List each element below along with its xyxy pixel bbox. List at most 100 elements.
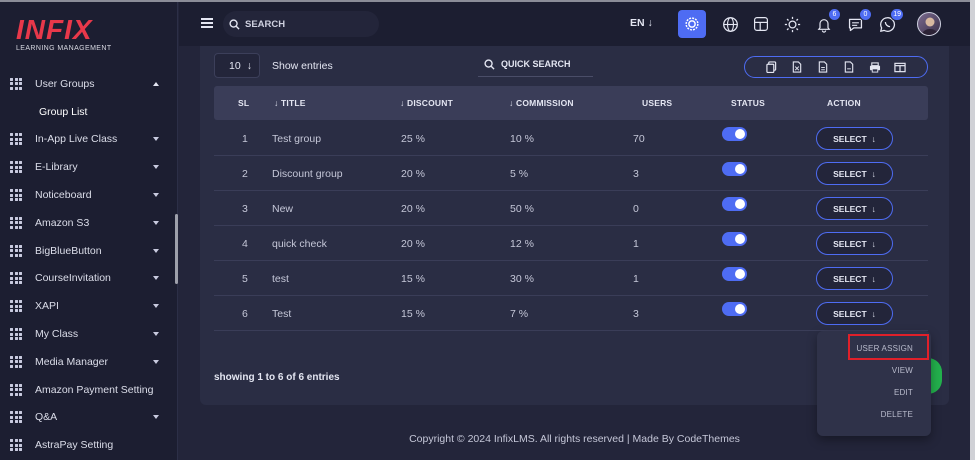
sidebar-item-label: AstraPay Setting [35, 439, 114, 452]
cell-title: test [272, 273, 289, 285]
whatsapp-count-badge: 19 [890, 8, 904, 21]
brand-logo[interactable]: INFIX LEARNING MANAGEMENT [16, 16, 126, 56]
status-toggle[interactable] [722, 267, 747, 281]
table-row: 1 Test group 25 % 10 % 70 SELECT ↓ [214, 121, 928, 156]
action-select-button[interactable]: SELECT ↓ [816, 162, 893, 185]
action-select-label: SELECT [833, 238, 867, 249]
search-icon [229, 18, 240, 30]
grid-icon [10, 355, 23, 368]
language-selector[interactable]: EN ↓ [630, 17, 653, 29]
page-size-value: 10 [229, 59, 241, 72]
cell-discount: 15 % [401, 308, 425, 320]
grid-icon [10, 383, 23, 396]
column-header-users[interactable]: USERS [642, 98, 672, 108]
status-toggle[interactable] [722, 232, 747, 246]
gear-icon [685, 17, 699, 31]
action-select-button[interactable]: SELECT ↓ [816, 197, 893, 220]
action-select-button[interactable]: SELECT ↓ [816, 127, 893, 150]
menu-item-edit[interactable]: EDIT [894, 388, 913, 397]
sidebar-menu: User Groups Group List In-App Live Class… [0, 70, 175, 459]
globe-icon [722, 16, 738, 32]
chevron-down-icon [153, 193, 159, 198]
column-header-sl[interactable]: SL [238, 98, 249, 108]
cell-title: Test group [272, 133, 322, 145]
grid-icon [10, 216, 23, 229]
page-size-select[interactable]: 10 ↓ [214, 53, 260, 78]
sidebar-item-qa[interactable]: Q&A [0, 404, 175, 432]
theme-toggle-button[interactable] [782, 14, 802, 34]
sidebar-item-bigbluebutton[interactable]: BigBlueButton [0, 237, 175, 265]
export-csv-button[interactable] [816, 60, 830, 74]
sidebar-item-e-library[interactable]: E-Library [0, 153, 175, 181]
export-pdf-button[interactable] [842, 60, 856, 74]
sidebar-item-amazon-s3[interactable]: Amazon S3 [0, 209, 175, 237]
sidebar-item-noticeboard[interactable]: Noticeboard [0, 181, 175, 209]
sidebar-item-label: User Groups [35, 77, 95, 90]
sidebar-item-user-groups[interactable]: User Groups [0, 70, 175, 98]
grid-icon [10, 133, 23, 146]
search-input[interactable] [245, 18, 365, 30]
sidebar-item-in-app-live-class[interactable]: In-App Live Class [0, 126, 175, 154]
sidebar-item-label: Noticeboard [35, 189, 92, 202]
search-icon [484, 58, 495, 70]
table-row: 4 quick check 20 % 12 % 1 SELECT ↓ [214, 226, 928, 261]
cell-commission: 12 % [510, 238, 534, 250]
arrow-down-icon: ↓ [871, 133, 876, 144]
layout-button[interactable] [751, 14, 771, 34]
action-select-button[interactable]: SELECT ↓ [816, 267, 893, 290]
column-header-action[interactable]: ACTION [827, 98, 861, 108]
grid-icon [10, 189, 23, 202]
menu-toggle-icon[interactable] [201, 18, 213, 28]
logo-tagline: LEARNING MANAGEMENT [16, 45, 112, 52]
cell-sl: 5 [242, 273, 248, 285]
column-header-discount-label: DISCOUNT [407, 98, 454, 108]
column-header-discount[interactable]: ↓ DISCOUNT [400, 98, 453, 108]
sidebar-item-amazon-payment-setting[interactable]: Amazon Payment Setting [0, 376, 175, 404]
settings-gear-button[interactable] [678, 10, 706, 38]
whatsapp-button[interactable]: 19 [877, 8, 904, 34]
columns-icon [894, 62, 906, 72]
excel-file-icon [793, 61, 802, 73]
table-row: 5 test 15 % 30 % 1 SELECT ↓ [214, 261, 928, 296]
quick-search-input[interactable] [501, 59, 591, 69]
sidebar: INFIX LEARNING MANAGEMENT User Groups Gr… [0, 2, 178, 460]
globe-button[interactable] [720, 14, 740, 34]
sidebar-item-astrapay-setting[interactable]: AstraPay Setting [0, 431, 175, 459]
chevron-down-icon [153, 332, 159, 337]
sidebar-item-courseinvitation[interactable]: CourseInvitation [0, 265, 175, 293]
table-header: SL ↓ TITLE ↓ DISCOUNT ↓ COMMISSION USERS… [214, 86, 928, 120]
status-toggle[interactable] [722, 127, 747, 141]
cell-users: 0 [633, 203, 639, 215]
grid-icon [10, 300, 23, 313]
sidebar-item-label: E-Library [35, 161, 78, 174]
notifications-button[interactable]: 6 [814, 8, 841, 34]
sidebar-item-my-class[interactable]: My Class [0, 320, 175, 348]
status-toggle[interactable] [722, 162, 747, 176]
sidebar-subitem-group-list[interactable]: Group List [0, 98, 175, 126]
print-button[interactable] [868, 60, 882, 74]
export-excel-button[interactable] [790, 60, 804, 74]
column-visibility-button[interactable] [893, 60, 907, 74]
column-header-title[interactable]: ↓ TITLE [274, 98, 306, 108]
top-header: EN ↓ 6 0 19 [179, 2, 970, 46]
column-header-status[interactable]: STATUS [731, 98, 765, 108]
sidebar-scrollbar[interactable] [175, 214, 178, 284]
user-photo [921, 17, 939, 35]
cell-sl: 1 [242, 133, 248, 145]
menu-item-view[interactable]: VIEW [892, 366, 913, 375]
sidebar-item-media-manager[interactable]: Media Manager [0, 348, 175, 376]
menu-item-delete[interactable]: DELETE [881, 410, 913, 419]
quick-search [478, 52, 593, 77]
pagination-info: showing 1 to 6 of 6 entries [214, 372, 340, 383]
copy-button[interactable] [765, 60, 779, 74]
column-header-commission[interactable]: ↓ COMMISSION [509, 98, 574, 108]
sidebar-item-xapi[interactable]: XAPI [0, 292, 175, 320]
grid-icon [10, 272, 23, 285]
action-select-button[interactable]: SELECT ↓ [816, 232, 893, 255]
status-toggle[interactable] [722, 197, 747, 211]
messages-button[interactable]: 0 [845, 8, 872, 34]
cell-commission: 5 % [510, 168, 529, 180]
status-toggle[interactable] [722, 302, 747, 316]
user-avatar[interactable] [917, 12, 941, 36]
action-select-button[interactable]: SELECT ↓ [816, 302, 893, 325]
